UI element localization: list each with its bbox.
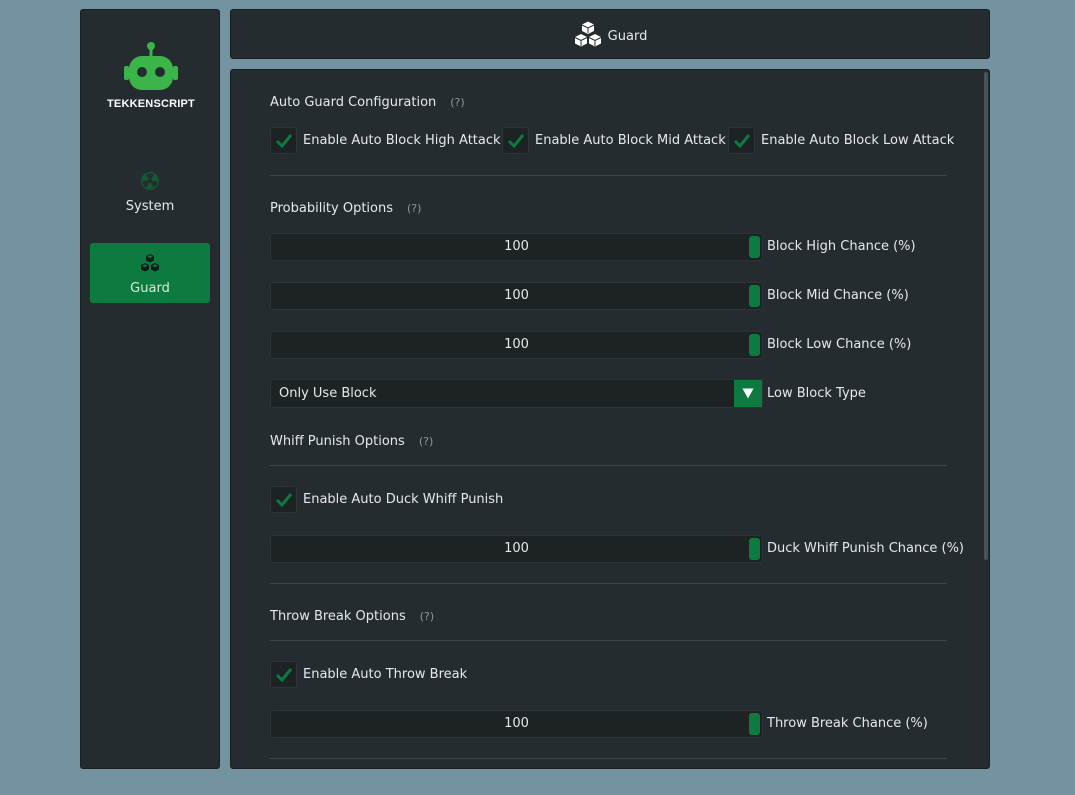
help-marker[interactable]: (?) xyxy=(420,610,434,623)
slider-handle[interactable] xyxy=(749,538,760,560)
block-high-chance-label: Block High Chance (%) xyxy=(767,239,916,254)
divider xyxy=(270,175,947,176)
checkmark-icon xyxy=(275,667,292,682)
section-header-auto-guard: Auto Guard Configuration (?) xyxy=(270,91,465,110)
slider-value: 100 xyxy=(504,541,529,556)
block-mid-chance-slider[interactable]: 100 xyxy=(270,282,763,310)
enable-block-high-checkbox[interactable]: Enable Auto Block High Attack xyxy=(270,127,501,154)
checkmark-icon xyxy=(733,133,750,148)
page-header: Guard xyxy=(230,9,990,59)
sidebar-item-label: System xyxy=(125,199,175,214)
divider xyxy=(270,640,947,641)
app-logo: TEKKENSCRIPT xyxy=(81,40,221,110)
slider-value: 100 xyxy=(504,716,529,731)
enable-duck-whiff-punish-checkbox[interactable]: Enable Auto Duck Whiff Punish xyxy=(270,486,503,513)
settings-panel: Auto Guard Configuration (?) Enable Auto … xyxy=(230,69,990,769)
section-header-probability: Probability Options (?) xyxy=(270,197,421,216)
low-block-type-select[interactable]: Only Use Block xyxy=(270,379,763,408)
checkmark-icon xyxy=(507,133,524,148)
slider-handle[interactable] xyxy=(749,285,760,307)
checkbox-box[interactable] xyxy=(728,127,755,154)
block-high-chance-slider[interactable]: 100 xyxy=(270,233,763,261)
section-title: Probability Options xyxy=(270,201,394,216)
block-low-chance-label: Block Low Chance (%) xyxy=(767,337,912,352)
throw-break-chance-label: Throw Break Chance (%) xyxy=(767,716,928,731)
cubes-icon xyxy=(574,21,601,47)
dropdown-arrow-icon[interactable] xyxy=(734,380,762,407)
low-block-type-label: Low Block Type xyxy=(767,386,866,401)
checkbox-label: Enable Auto Throw Break xyxy=(303,667,468,682)
checkbox-label: Enable Auto Block High Attack xyxy=(303,133,501,148)
throw-break-chance-slider[interactable]: 100 xyxy=(270,710,763,738)
slider-value: 100 xyxy=(504,337,529,352)
enable-throw-break-checkbox[interactable]: Enable Auto Throw Break xyxy=(270,661,467,688)
section-title: Auto Guard Configuration xyxy=(270,95,437,110)
checkbox-box[interactable] xyxy=(502,127,529,154)
help-marker[interactable]: (?) xyxy=(419,435,433,448)
robot-icon xyxy=(124,42,178,90)
page-title: Guard xyxy=(607,28,648,44)
sidebar-item-guard[interactable]: Guard xyxy=(90,243,210,303)
checkbox-label: Enable Auto Block Low Attack xyxy=(761,133,955,148)
brand-name: TEKKENSCRIPT xyxy=(107,98,195,110)
divider xyxy=(270,583,947,584)
enable-block-mid-checkbox[interactable]: Enable Auto Block Mid Attack xyxy=(502,127,726,154)
block-low-chance-slider[interactable]: 100 xyxy=(270,331,763,359)
radiation-icon xyxy=(141,172,159,190)
help-marker[interactable]: (?) xyxy=(407,202,421,215)
divider xyxy=(270,465,947,466)
slider-handle[interactable] xyxy=(749,713,760,735)
sidebar: TEKKENSCRIPT System Guard xyxy=(80,9,220,769)
checkbox-box[interactable] xyxy=(270,486,297,513)
duck-whiff-punish-chance-label: Duck Whiff Punish Chance (%) xyxy=(767,541,964,556)
divider xyxy=(270,758,947,759)
checkmark-icon xyxy=(275,133,292,148)
slider-value: 100 xyxy=(504,288,529,303)
section-header-whiff: Whiff Punish Options (?) xyxy=(270,430,433,449)
sidebar-item-label: Guard xyxy=(130,281,170,296)
duck-whiff-punish-chance-slider[interactable]: 100 xyxy=(270,535,763,563)
section-title: Throw Break Options xyxy=(270,609,406,624)
slider-handle[interactable] xyxy=(749,334,760,356)
checkbox-box[interactable] xyxy=(270,127,297,154)
block-mid-chance-label: Block Mid Chance (%) xyxy=(767,288,909,303)
section-title: Whiff Punish Options xyxy=(270,434,405,449)
select-value: Only Use Block xyxy=(279,386,377,401)
section-header-throw: Throw Break Options (?) xyxy=(270,605,434,624)
slider-handle[interactable] xyxy=(749,236,760,258)
enable-block-low-checkbox[interactable]: Enable Auto Block Low Attack xyxy=(728,127,954,154)
checkbox-box[interactable] xyxy=(270,661,297,688)
help-marker[interactable]: (?) xyxy=(450,96,464,109)
cubes-icon xyxy=(141,254,159,272)
checkmark-icon xyxy=(275,492,292,507)
scrollbar[interactable] xyxy=(984,72,988,560)
checkbox-label: Enable Auto Duck Whiff Punish xyxy=(303,492,504,507)
checkbox-label: Enable Auto Block Mid Attack xyxy=(535,133,726,148)
sidebar-item-system[interactable]: System xyxy=(90,161,210,221)
slider-value: 100 xyxy=(504,239,529,254)
